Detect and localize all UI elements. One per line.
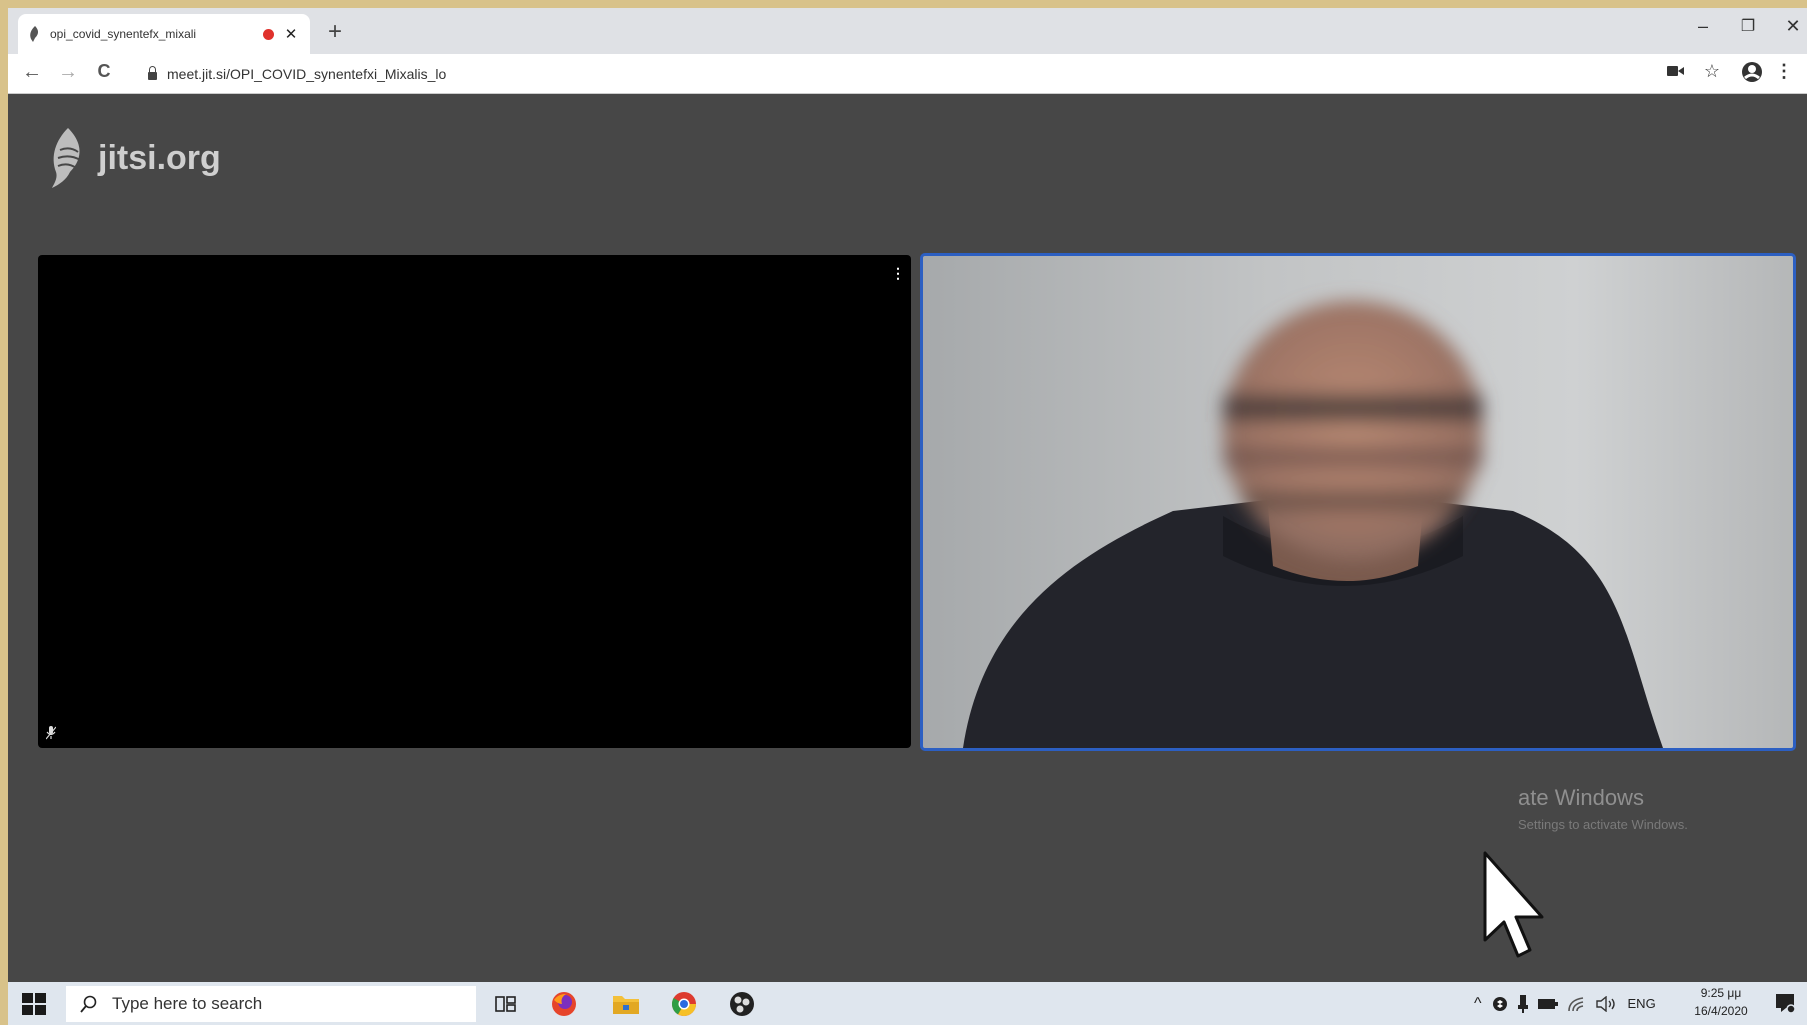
- forward-button[interactable]: →: [54, 61, 82, 84]
- windows-taskbar: Type here to search ^ ENG 9:25 μμ 16/4/2…: [8, 982, 1807, 1025]
- dropbox-tray-icon[interactable]: [1492, 996, 1508, 1012]
- clock-time: 9:25 μμ: [1700, 986, 1742, 1000]
- lock-icon: [148, 66, 157, 80]
- jitsi-logo-icon: [52, 128, 81, 188]
- camera-permission-icon[interactable]: [1662, 61, 1690, 82]
- show-hidden-icons-icon[interactable]: ^: [1474, 995, 1482, 1013]
- system-tray: ^ ENG: [1474, 982, 1656, 1025]
- mouse-cursor-icon: [1483, 851, 1544, 958]
- jitsi-favicon-icon: [30, 26, 39, 42]
- taskbar-clock[interactable]: 9:25 μμ 16/4/2020: [1688, 984, 1754, 1020]
- firefox-icon[interactable]: [548, 988, 580, 1020]
- usb-tray-icon[interactable]: [1517, 994, 1528, 1013]
- obs-studio-icon[interactable]: [726, 988, 758, 1020]
- browser-window: opi_covid_synentefx_mixali ✕ + – ❐ ✕ ← →…: [8, 8, 1807, 1025]
- tab-bar: opi_covid_synentefx_mixali ✕ + – ❐ ✕: [8, 8, 1807, 54]
- maximize-button[interactable]: ❐: [1730, 16, 1766, 36]
- browser-tab[interactable]: opi_covid_synentefx_mixali ✕: [18, 14, 310, 54]
- search-icon: [80, 995, 97, 1013]
- url-text: meet.jit.si/OPI_COVID_synentefxi_Mixalis…: [167, 66, 447, 82]
- muted-mic-icon: [46, 726, 56, 740]
- tab-close-button[interactable]: ✕: [282, 25, 300, 43]
- file-explorer-icon[interactable]: [610, 988, 642, 1020]
- window-close-button[interactable]: ✕: [1775, 16, 1807, 37]
- browser-menu-icon[interactable]: ⋮: [1770, 61, 1798, 82]
- activation-title: ate Windows: [1518, 785, 1644, 810]
- windows-start-icon[interactable]: [22, 993, 46, 1015]
- search-placeholder: Type here to search: [112, 994, 263, 1013]
- clock-date: 16/4/2020: [1694, 1004, 1748, 1018]
- profile-avatar-icon[interactable]: [1738, 61, 1766, 88]
- chrome-icon[interactable]: [668, 988, 700, 1020]
- activation-subtitle: Settings to activate Windows.: [1518, 817, 1688, 832]
- remote-video-tile[interactable]: ⋮: [38, 255, 911, 748]
- bookmark-star-icon[interactable]: ☆: [1698, 61, 1726, 82]
- recording-indicator-icon: [263, 28, 274, 40]
- jitsi-logo[interactable]: jitsi.org: [46, 126, 221, 190]
- url-field[interactable]: meet.jit.si/OPI_COVID_synentefxi_Mixalis…: [148, 59, 1648, 89]
- jitsi-logo-text: jitsi.org: [98, 138, 221, 177]
- wifi-tray-icon[interactable]: [1567, 996, 1586, 1012]
- reload-button[interactable]: C: [90, 61, 118, 82]
- language-indicator[interactable]: ENG: [1628, 996, 1656, 1011]
- volume-tray-icon[interactable]: [1595, 995, 1618, 1012]
- back-button[interactable]: ←: [18, 61, 46, 84]
- battery-tray-icon[interactable]: [1537, 998, 1558, 1010]
- minimize-button[interactable]: –: [1685, 16, 1721, 37]
- windows-activation-watermark: ate Windows Settings to activate Windows…: [1518, 785, 1688, 832]
- task-view-icon[interactable]: [490, 988, 522, 1020]
- camera-feed: [963, 301, 1663, 748]
- local-video-tile[interactable]: [920, 253, 1796, 751]
- taskbar-search-input[interactable]: Type here to search: [66, 986, 476, 1022]
- new-tab-button[interactable]: +: [322, 18, 348, 46]
- tab-title: opi_covid_synentefx_mixali: [50, 27, 197, 41]
- action-center-icon[interactable]: [1774, 992, 1796, 1014]
- remote-tile-menu-button[interactable]: ⋮: [891, 265, 905, 282]
- blurred-face: [1223, 301, 1483, 561]
- address-bar: ← → C meet.jit.si/OPI_COVID_synentefxi_M…: [8, 54, 1807, 94]
